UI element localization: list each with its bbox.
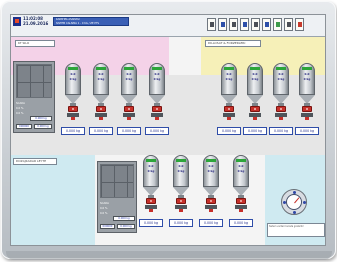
panel-foot-left: 000000 [16,124,32,129]
zone-label-bottom-left: DOZAJKADAR LEYTE [13,158,57,165]
valve-icon[interactable] [250,106,260,112]
silo-icon[interactable] [218,18,227,31]
weight-display: 0.000 kg [139,219,163,227]
silo-level: 0.0 [148,164,154,168]
info-box: Sistem verileri burada gosterilir [267,223,325,237]
flag-icon[interactable] [273,18,282,31]
silo[interactable]: 0.0 0 kg [141,155,161,213]
valve-icon[interactable] [68,106,78,112]
panel-text: 0.0 % [100,207,108,210]
zone-label-top-right: DILLOSAT & FORZERLERI [205,40,261,47]
status-line-2: SISTEM CALISMA 1 - 0 KG / ZE PTS [56,22,99,25]
settings-icon[interactable] [284,18,293,31]
valve-icon[interactable] [224,106,234,112]
weight-display: 0.000 kg [145,127,169,135]
valve-icon[interactable] [236,198,246,204]
weight-display: 0.000 kg [169,219,193,227]
weight-display: 0.000 kg [295,127,319,135]
valve-icon[interactable] [276,106,286,112]
silo-weight: 0 kg [125,77,133,81]
silo-level: 0.0 [278,72,284,76]
silo-level: 0.0 [70,72,76,76]
silo[interactable]: 0.0 0 kg [271,63,291,121]
silo[interactable]: 0.0 0 kg [201,155,221,213]
trend-grid [16,64,52,98]
valve-icon[interactable] [302,106,312,112]
zone-bottom-left: DOZAJKADAR LEYTE [11,155,95,245]
panel-text: SCADA [16,102,25,105]
silo[interactable]: 0.0 0 kg [245,63,265,121]
status-banner: KAPATMA ASAMASI SISTEM CALISMA 1 - 0 KG … [53,17,129,26]
silo-level: 0.0 [208,164,214,168]
silo[interactable]: 0.0 0 kg [297,63,317,121]
scale-panel-bottom[interactable]: SCADA 0.0 % 0.0 % 0.000 kg 000000 0.000 … [97,161,137,233]
panel-foot-left: 000000 [100,224,115,229]
silo-level: 0.0 [126,72,132,76]
valve-icon[interactable] [124,106,134,112]
power-icon[interactable] [295,18,304,31]
window-icon[interactable] [207,18,216,31]
valve-icon[interactable] [96,106,106,112]
silo-weight: 0 kg [225,77,233,81]
panel-text: 0.0 % [16,107,24,110]
scale-panel-top[interactable]: SCADA 0.0 % 0.0 % 0.000 kg 000000 0.000 … [13,61,55,133]
info-text: Sistem verileri burada gosterilir [269,225,304,228]
silo-level: 0.0 [178,164,184,168]
monitor-icon[interactable] [229,18,238,31]
hmi-screen: 11:02:08 21.09.2016 KAPATMA ASAMASI SIST… [10,14,326,246]
panel-foot-right: 0.000 kg [117,224,135,229]
trend-grid [100,164,134,198]
panel-value: 0.000 kg [113,216,135,221]
monitor-base-shadow [6,251,332,260]
weight-display: 0.000 kg [243,127,267,135]
silo-weight: 0 kg [277,77,285,81]
silo-weight: 0 kg [251,77,259,81]
report-icon[interactable] [251,18,260,31]
panel-text: 0.0 % [100,212,108,215]
silo-weight: 0 kg [147,169,155,173]
weight-display: 0.000 kg [89,127,113,135]
mixer-gauge-icon[interactable] [281,189,307,215]
zone-label-top-left: KT SILO [15,40,55,47]
silo-weight: 0 kg [69,77,77,81]
valve-icon[interactable] [152,106,162,112]
panel-value: 0.000 kg [30,116,52,121]
brand-logo [13,17,21,26]
silo[interactable]: 0.0 0 kg [219,63,239,121]
silo-weight: 0 kg [303,77,311,81]
weight-display: 0.000 kg [61,127,85,135]
silo-level: 0.0 [252,72,258,76]
valve-icon[interactable] [176,198,186,204]
silo-weight: 0 kg [153,77,161,81]
silo-level: 0.0 [304,72,310,76]
silo-level: 0.0 [238,164,244,168]
silo-weight: 0 kg [177,169,185,173]
panel-text: 0.0 % [16,112,24,115]
silo[interactable]: 0.0 0 kg [231,155,251,213]
weight-display: 0.000 kg [117,127,141,135]
panel-text: SCADA [100,202,109,205]
silo[interactable]: 0.0 0 kg [63,63,83,121]
weight-display: 0.000 kg [199,219,223,227]
silo[interactable]: 0.0 0 kg [91,63,111,121]
silo-weight: 0 kg [97,77,105,81]
weight-display: 0.000 kg [217,127,241,135]
valve-icon[interactable] [206,198,216,204]
header-date: 21.09.2016 [23,21,49,26]
recipe-icon[interactable] [240,18,249,31]
weight-display: 0.000 kg [269,127,293,135]
network-icon[interactable] [262,18,271,31]
silo-weight: 0 kg [207,169,215,173]
silo[interactable]: 0.0 0 kg [147,63,167,121]
silo[interactable]: 0.0 0 kg [119,63,139,121]
silo-weight: 0 kg [237,169,245,173]
silo-level: 0.0 [98,72,104,76]
valve-icon[interactable] [146,198,156,204]
silo-level: 0.0 [154,72,160,76]
silo[interactable]: 0.0 0 kg [171,155,191,213]
silo-level: 0.0 [226,72,232,76]
panel-foot-right: 0.000 kg [34,124,52,129]
weight-display: 0.000 kg [229,219,253,227]
header-bar: 11:02:08 21.09.2016 KAPATMA ASAMASI SIST… [11,15,325,37]
